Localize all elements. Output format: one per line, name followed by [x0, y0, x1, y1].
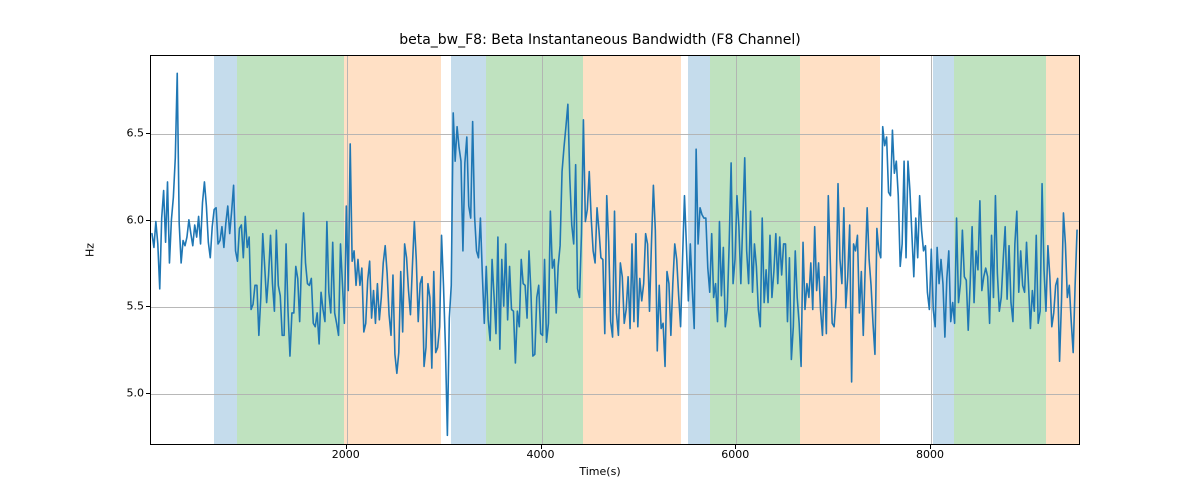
x-tick-label: 4000 [527, 448, 555, 461]
x-tick-label: 2000 [332, 448, 360, 461]
chart-title: beta_bw_F8: Beta Instantaneous Bandwidth… [0, 32, 1200, 48]
y-tick-mark [146, 133, 150, 134]
x-tick-mark [735, 445, 736, 449]
y-tick-label: 6.0 [127, 213, 145, 226]
data-line [151, 56, 1079, 444]
y-tick-label: 6.5 [127, 127, 145, 140]
y-axis-label: Hz [84, 243, 97, 257]
y-tick-mark [146, 306, 150, 307]
x-tick-mark [346, 445, 347, 449]
x-tick-label: 8000 [916, 448, 944, 461]
plot-area [150, 55, 1080, 445]
x-tick-label: 6000 [721, 448, 749, 461]
y-tick-label: 5.0 [127, 387, 145, 400]
y-tick-mark [146, 220, 150, 221]
chart-figure: beta_bw_F8: Beta Instantaneous Bandwidth… [0, 0, 1200, 500]
x-tick-mark [541, 445, 542, 449]
x-tick-mark [930, 445, 931, 449]
x-axis-label: Time(s) [0, 465, 1200, 478]
y-tick-label: 5.5 [127, 300, 145, 313]
y-tick-mark [146, 393, 150, 394]
